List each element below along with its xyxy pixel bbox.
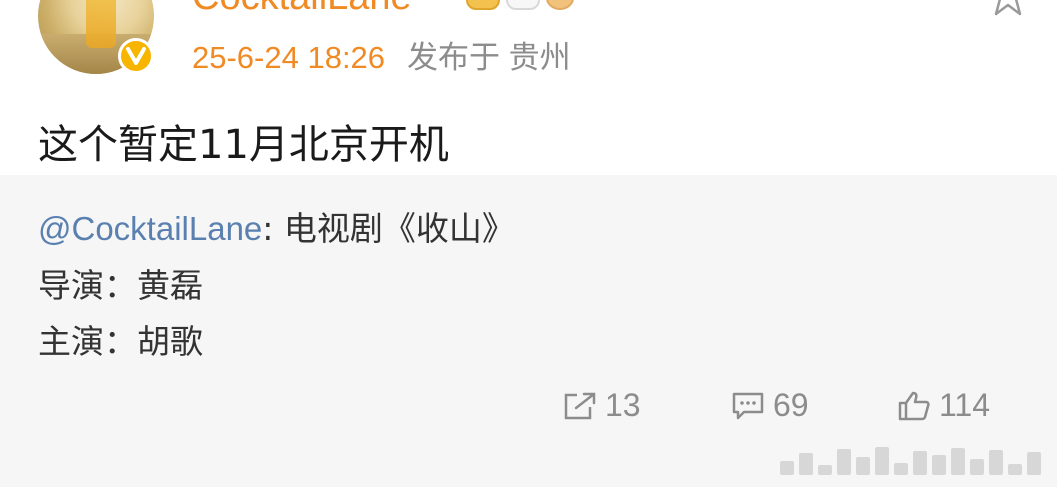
weibo-post: CocktailLane 25-6-24 18:26 发布于 贵州 这个暂定11月… (0, 0, 1057, 487)
user-badges (466, 0, 574, 10)
repost-action-bar: 13 69 114 (0, 387, 1057, 427)
fan-badge-icon[interactable] (546, 0, 574, 10)
username[interactable]: CocktailLane (192, 0, 412, 19)
avatar-figure-image (86, 0, 116, 48)
favorite-star-icon[interactable] (988, 0, 1028, 20)
repost-title-text: : 电视剧《收山》 (262, 209, 515, 248)
post-meta: 25-6-24 18:26 发布于 贵州 (192, 32, 571, 77)
comment-count: 69 (773, 387, 809, 423)
repost-first-line: @CocktailLane: 电视剧《收山》 (38, 202, 515, 250)
like-count: 114 (939, 387, 991, 423)
repost-cast-line: 主演：胡歌 (38, 322, 203, 361)
repost-button[interactable]: 13 (563, 387, 641, 424)
like-button[interactable]: 114 (897, 387, 990, 424)
comment-button[interactable]: 69 (731, 387, 809, 424)
repost-count: 13 (605, 387, 641, 423)
level-badge-icon[interactable] (506, 0, 540, 10)
repost-author-mention[interactable]: @CocktailLane (38, 210, 262, 247)
thumbs-up-icon (898, 391, 930, 420)
repost-director-line: 导演：黄磊 (38, 266, 203, 305)
post-body: 这个暂定11月北京开机 (38, 122, 449, 168)
post-location: 发布于 贵州 (407, 40, 571, 75)
comment-bubble-icon (732, 392, 764, 419)
reposted-content-card[interactable]: @CocktailLane: 电视剧《收山》 导演：黄磊 主演：胡歌 13 69 (0, 175, 1057, 487)
watermark-image (780, 445, 1042, 475)
member-badge-icon[interactable] (466, 0, 500, 10)
post-timestamp: 25-6-24 18:26 (192, 40, 386, 75)
verified-v-icon (118, 38, 154, 74)
share-arrow-icon (564, 392, 596, 419)
